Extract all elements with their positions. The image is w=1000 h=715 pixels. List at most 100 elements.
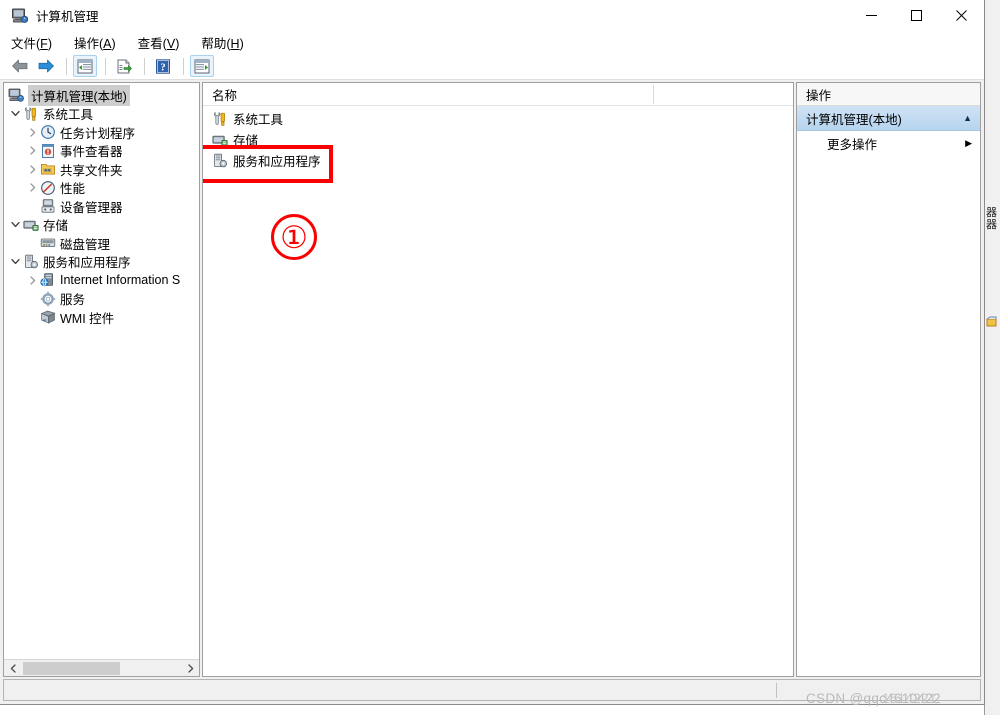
chevron-right-icon[interactable]: [25, 124, 40, 140]
actions-pane-title: 操作: [797, 83, 980, 106]
storage-icon: [23, 217, 39, 233]
toolbar-separator-3: [144, 57, 145, 75]
menu-bar: 文件(F) 操作(A) 查看(V) 帮助(H): [0, 31, 984, 53]
list-item-system-tools[interactable]: 系统工具: [203, 108, 793, 129]
status-bar-divider: [776, 683, 777, 698]
chevron-up-icon[interactable]: ▲: [963, 113, 972, 123]
wmi-control-icon: [40, 309, 56, 325]
action-group-computer-management[interactable]: 计算机管理(本地) ▲: [797, 106, 980, 131]
window-title: 计算机管理: [36, 10, 99, 24]
export-list-icon[interactable]: [112, 55, 136, 77]
background-window-icon: [986, 316, 999, 329]
tree-item-label: 磁盘管理: [60, 237, 111, 252]
performance-icon: [40, 180, 56, 196]
computer-management-icon: [11, 7, 29, 24]
console-tree-pane: 计算机管理(本地) 系统工具 任务计划程序 事件查看器 共享文件夹 性能 设备管…: [3, 82, 200, 677]
tree-horizontal-scrollbar[interactable]: [4, 659, 199, 676]
tree-item-device-manager[interactable]: 设备管理器: [4, 197, 199, 216]
tree-item-event-viewer[interactable]: 事件查看器: [4, 142, 199, 161]
chevron-right-icon[interactable]: [25, 272, 40, 288]
tree-item-services[interactable]: 服务: [4, 290, 199, 309]
background-window-sliver[interactable]: 器 器: [984, 0, 1000, 715]
annotation-step-marker: ①: [271, 214, 317, 260]
tree-item-label: 任务计划程序: [60, 126, 136, 141]
tree-item-label: 共享文件夹: [60, 163, 123, 178]
window-controls: [849, 0, 984, 31]
list-column-header: 名称: [203, 83, 793, 106]
actions-list: 计算机管理(本地) ▲ 更多操作 ▶: [797, 106, 980, 676]
computer-management-icon: [8, 87, 24, 103]
help-icon[interactable]: ?: [151, 55, 175, 77]
actions-pane: 操作 计算机管理(本地) ▲ 更多操作 ▶: [796, 82, 981, 677]
close-button[interactable]: [939, 0, 984, 31]
device-manager-icon: [40, 198, 56, 214]
tree-item-label: 系统工具: [43, 108, 94, 123]
list-item-services-and-applications[interactable]: 服务和应用程序: [203, 150, 793, 171]
toolbar: ?: [0, 53, 984, 80]
show-hide-console-tree-icon[interactable]: [73, 55, 97, 77]
computer-management-window: 计算机管理 文件(F) 操作(A) 查看(V) 帮助(H) ? 计算机管理(本地…: [0, 0, 985, 705]
forward-icon[interactable]: [34, 55, 58, 77]
tree-item-label: 计算机管理(本地): [28, 84, 130, 106]
show-hide-action-pane-icon[interactable]: [190, 55, 214, 77]
tree-item-wmi-control[interactable]: WMI 控件: [4, 308, 199, 327]
action-group-label: 计算机管理(本地): [806, 112, 902, 127]
toolbar-separator-4: [183, 57, 184, 75]
scroll-left-arrow-icon[interactable]: [4, 660, 21, 677]
toolbar-separator-2: [105, 57, 106, 75]
event-viewer-icon: [40, 143, 56, 159]
action-item-label: 更多操作: [827, 137, 878, 152]
menu-action[interactable]: 操作(A): [74, 31, 125, 54]
maximize-button[interactable]: [894, 0, 939, 31]
menu-file[interactable]: 文件(F): [11, 31, 61, 54]
menu-help[interactable]: 帮助(H): [201, 31, 252, 54]
storage-icon: [212, 132, 228, 148]
tree-item-label: 服务: [60, 293, 86, 308]
tree-item-label: 服务和应用程序: [43, 256, 131, 271]
tree-item-computer-management[interactable]: 计算机管理(本地): [4, 84, 199, 106]
tree-item-shared-folders[interactable]: 共享文件夹: [4, 160, 199, 179]
list-item-label: 服务和应用程序: [233, 155, 321, 169]
list-item-storage[interactable]: 存储: [203, 129, 793, 150]
scrollbar-track[interactable]: [21, 660, 182, 677]
tree-item-services-and-applications[interactable]: 服务和应用程序: [4, 253, 199, 272]
tree-item-system-tools[interactable]: 系统工具: [4, 105, 199, 124]
tree-item-task-scheduler[interactable]: 任务计划程序: [4, 123, 199, 142]
tree-item-storage[interactable]: 存储: [4, 216, 199, 235]
tree-item-label: WMI 控件: [60, 311, 115, 326]
menu-view[interactable]: 查看(V): [138, 31, 189, 54]
system-tools-icon: [212, 111, 228, 127]
tree-item-label: 设备管理器: [60, 200, 123, 215]
action-item-more-actions[interactable]: 更多操作 ▶: [797, 131, 980, 155]
system-tools-icon: [23, 106, 39, 122]
content-panes: 计算机管理(本地) 系统工具 任务计划程序 事件查看器 共享文件夹 性能 设备管…: [0, 80, 984, 677]
tree-item-performance[interactable]: 性能: [4, 179, 199, 198]
chevron-down-icon[interactable]: [8, 254, 23, 270]
chevron-right-icon[interactable]: [25, 143, 40, 159]
back-icon[interactable]: [8, 55, 32, 77]
toolbar-separator-1: [66, 57, 67, 75]
scrollbar-thumb[interactable]: [23, 661, 120, 675]
result-list-body[interactable]: 系统工具 存储 服务和应用程序 ①: [203, 106, 793, 676]
chevron-down-icon[interactable]: [8, 106, 23, 122]
services-and-applications-icon: [23, 254, 39, 270]
tree-item-label: 事件查看器: [60, 145, 123, 160]
chevron-right-icon[interactable]: [25, 180, 40, 196]
background-window-text-2: 器: [986, 219, 997, 231]
svg-text:?: ?: [160, 62, 165, 73]
tree-item-disk-management[interactable]: 磁盘管理: [4, 234, 199, 253]
column-divider[interactable]: [653, 85, 654, 104]
scroll-right-arrow-icon[interactable]: [182, 660, 199, 677]
minimize-button[interactable]: [849, 0, 894, 31]
list-item-label: 系统工具: [233, 113, 284, 127]
services-and-applications-icon: [212, 153, 228, 169]
title-bar[interactable]: 计算机管理: [0, 0, 984, 31]
column-header-name[interactable]: 名称: [203, 85, 237, 104]
tree-item-iis[interactable]: Internet Information S: [4, 271, 199, 290]
chevron-down-icon[interactable]: [8, 217, 23, 233]
chevron-right-icon[interactable]: [25, 161, 40, 177]
task-scheduler-icon: [40, 124, 56, 140]
tree-item-label: 存储: [43, 219, 69, 234]
console-tree[interactable]: 计算机管理(本地) 系统工具 任务计划程序 事件查看器 共享文件夹 性能 设备管…: [4, 83, 199, 659]
shared-folders-icon: [40, 161, 56, 177]
